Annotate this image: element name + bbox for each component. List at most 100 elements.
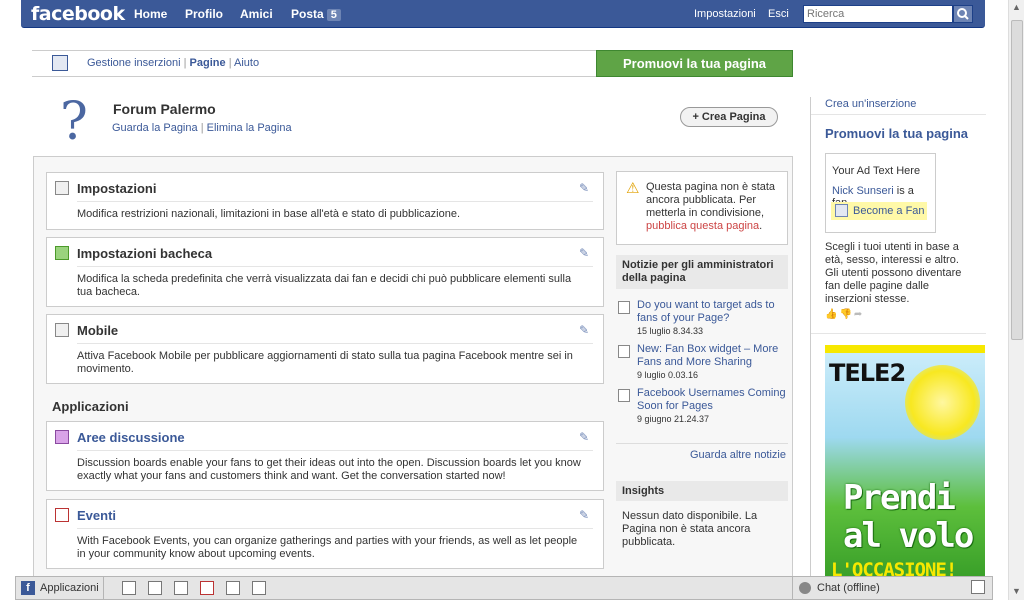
nav-home[interactable]: Home (134, 7, 167, 21)
news-title[interactable]: Facebook Usernames Coming Soon for Pages (637, 387, 787, 413)
mobile-card: Mobile ✎ Attiva Facebook Mobile per pubb… (46, 314, 604, 384)
news-item: Do you want to target ads to fans of you… (616, 299, 788, 339)
news-item: Facebook Usernames Coming Soon for Pages… (616, 387, 788, 427)
pencil-icon[interactable]: ✎ (579, 181, 589, 195)
like-dislike-share-icons[interactable]: 👍👎➦ (825, 309, 864, 320)
main-panel: Impostazioni ✎ Modifica restrizioni nazi… (33, 156, 793, 576)
nav-friends[interactable]: Amici (240, 7, 273, 21)
chat-label: Chat (offline) (817, 582, 880, 594)
top-navigation: facebook Home Profilo Amici Posta 5 Impos… (0, 0, 1024, 29)
search-icon (957, 8, 969, 20)
card-title[interactable]: Aree discussione (77, 430, 185, 445)
become-fan-button[interactable]: Become a Fan (831, 202, 927, 220)
news-date: 9 giugno 21.24.37 (637, 414, 710, 424)
news-date: 9 luglio 0.03.16 (637, 370, 699, 380)
pencil-icon[interactable]: ✎ (579, 430, 589, 444)
tele2-logo: TELE2 (829, 359, 906, 387)
friends-icon[interactable] (122, 581, 136, 595)
nav-inbox[interactable]: Posta 5 (291, 7, 341, 21)
ads-manager-link[interactable]: Gestione inserzioni (87, 57, 181, 69)
applications-label: Applicazioni (40, 582, 99, 594)
calendar-icon[interactable] (200, 581, 214, 595)
sun-graphic (905, 365, 980, 440)
view-page-link[interactable]: Guarda la Pagina (112, 122, 198, 134)
tele2-banner-ad[interactable]: TELE2 Prendi al volo L'OCCASIONE! (825, 345, 985, 576)
question-mark-icon: ? (60, 92, 88, 152)
video-icon[interactable] (174, 581, 188, 595)
page-title: Forum Palermo (113, 101, 216, 117)
page-links: Guarda la Pagina | Elimina la Pagina (112, 122, 292, 134)
pages-link[interactable]: Pagine (190, 57, 226, 69)
ad-subline: L'OCCASIONE! (831, 559, 957, 576)
photos-icon[interactable] (148, 581, 162, 595)
scroll-up-icon[interactable]: ▲ (1012, 2, 1021, 12)
news-title[interactable]: New: Fan Box widget – More Fans and More… (637, 343, 787, 369)
fan-icon (835, 204, 848, 217)
speech-bubble-icon (55, 246, 69, 260)
warning-end: . (759, 220, 763, 232)
news-icon (618, 389, 630, 402)
unpublished-warning: ⚠ Questa pagina non è stata ancora pubbl… (616, 171, 788, 245)
search-input[interactable] (803, 5, 953, 23)
divider (811, 114, 986, 115)
chat-toggle[interactable]: Chat (offline) (792, 577, 972, 599)
news-icon (618, 345, 630, 358)
mobile-phone-icon (55, 323, 69, 337)
create-page-button[interactable]: + Crea Pagina (680, 107, 778, 127)
card-title[interactable]: Impostazioni (77, 181, 156, 196)
wall-settings-card: Impostazioni bacheca ✎ Modifica la sched… (46, 237, 604, 307)
applications-menu[interactable]: f Applicazioni (16, 577, 104, 599)
admin-news-heading: Notizie per gli amministratori della pag… (616, 255, 788, 289)
fan-name-link[interactable]: Nick Sunseri (832, 185, 894, 197)
see-more-news-link[interactable]: Guarda altre notizie (616, 449, 786, 461)
pencil-icon[interactable]: ✎ (579, 323, 589, 337)
card-title[interactable]: Eventi (77, 508, 116, 523)
bookmark-icon[interactable] (252, 581, 266, 595)
settings-icon (55, 181, 69, 195)
sidebar-description: Scegli i tuoi utenti in base a età, sess… (825, 241, 962, 305)
promote-title[interactable]: Promuovi la tua pagina (825, 126, 968, 141)
card-description: With Facebook Events, you can organize g… (77, 535, 578, 560)
news-date: 15 luglio 8.34.33 (637, 326, 704, 336)
scroll-thumb[interactable] (1011, 20, 1023, 340)
applications-heading: Applicazioni (52, 399, 129, 414)
warning-message: Questa pagina non è stata ancora pubblic… (646, 181, 776, 219)
insights-text: Nessun dato disponibile. La Pagina non è… (622, 510, 758, 548)
warning-icon: ⚠ (626, 180, 640, 197)
facebook-mini-icon: f (21, 581, 35, 595)
promote-page-button[interactable]: Promuovi la tua pagina (596, 50, 793, 77)
nav-inbox-label: Posta (291, 7, 324, 21)
settings-link[interactable]: Impostazioni (694, 8, 756, 20)
news-item: New: Fan Box widget – More Fans and More… (616, 343, 788, 383)
events-card: Eventi ✎ With Facebook Events, you can o… (46, 499, 604, 569)
help-link[interactable]: Aiuto (234, 57, 259, 69)
discussion-boards-card: Aree discussione ✎ Discussion boards ena… (46, 421, 604, 491)
vertical-scrollbar[interactable]: ▲ ▼ (1008, 0, 1024, 600)
pencil-icon[interactable]: ✎ (579, 246, 589, 260)
facebook-logo[interactable]: facebook (31, 3, 125, 25)
divider (616, 443, 788, 444)
publish-page-link[interactable]: pubblica questa pagina (646, 220, 759, 232)
card-title[interactable]: Mobile (77, 323, 118, 338)
pencil-icon[interactable]: ✎ (579, 508, 589, 522)
settings-card: Impostazioni ✎ Modifica restrizioni nazi… (46, 172, 604, 230)
blue-header-bar: facebook Home Profilo Amici Posta 5 Impos… (21, 0, 985, 28)
search-button[interactable] (953, 5, 973, 23)
logout-link[interactable]: Esci (768, 8, 789, 20)
create-ad-link[interactable]: Crea un'inserzione (825, 98, 916, 110)
bottom-chat-bar: f Applicazioni Chat (offline) (15, 576, 993, 600)
card-description: Modifica restrizioni nazionali, limitazi… (77, 208, 461, 220)
notes-icon[interactable] (226, 581, 240, 595)
ad-text: Your Ad Text Here (832, 165, 921, 177)
card-description: Attiva Facebook Mobile per pubblicare ag… (77, 350, 573, 375)
delete-page-link[interactable]: Elimina la Pagina (207, 122, 292, 134)
card-title[interactable]: Impostazioni bacheca (77, 246, 212, 261)
nav-profile[interactable]: Profilo (185, 7, 223, 21)
news-title[interactable]: Do you want to target ads to fans of you… (637, 299, 787, 325)
calendar-icon (55, 508, 69, 522)
chat-status-icon (799, 582, 811, 594)
scroll-down-icon[interactable]: ▼ (1012, 586, 1021, 596)
popout-icon[interactable] (971, 580, 985, 594)
divider (77, 201, 593, 202)
subbar-links: Gestione inserzioni | Pagine | Aiuto (87, 57, 260, 69)
